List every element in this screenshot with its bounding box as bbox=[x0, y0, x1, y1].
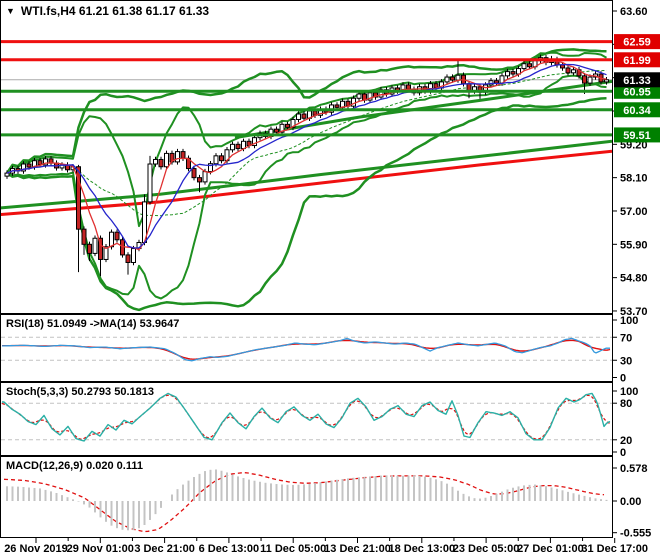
svg-text:60.95: 60.95 bbox=[623, 86, 651, 98]
svg-text:0.578: 0.578 bbox=[620, 463, 648, 475]
symbol-dropdown-icon[interactable]: ▼ bbox=[6, 5, 15, 17]
svg-text:59.51: 59.51 bbox=[623, 130, 651, 142]
main-price-pane bbox=[0, 0, 613, 314]
svg-text:54.80: 54.80 bbox=[620, 273, 648, 285]
svg-text:62.59: 62.59 bbox=[623, 37, 651, 49]
svg-text:55.90: 55.90 bbox=[620, 239, 648, 251]
svg-text:27 Dec 01:00: 27 Dec 01:00 bbox=[517, 543, 584, 555]
svg-text:-0.555: -0.555 bbox=[620, 528, 651, 540]
svg-text:26 Nov 2019: 26 Nov 2019 bbox=[4, 543, 68, 555]
svg-text:80: 80 bbox=[620, 398, 632, 410]
svg-text:29 Nov 01:00: 29 Nov 01:00 bbox=[67, 543, 134, 555]
svg-text:0: 0 bbox=[620, 373, 626, 385]
symbol-ohlc-readout: WTI.fs,H4 61.21 61.38 61.17 61.33 bbox=[20, 4, 210, 18]
svg-text:70: 70 bbox=[620, 332, 632, 344]
chart-canvas[interactable]: 63.6062.5061.4060.3059.2058.1057.0055.90… bbox=[0, 0, 660, 560]
svg-text:3 Dec 21:00: 3 Dec 21:00 bbox=[134, 543, 195, 555]
svg-text:23 Dec 05:00: 23 Dec 05:00 bbox=[453, 543, 520, 555]
time-axis: 26 Nov 201929 Nov 01:00 3 Dec 21:00 6 Dec … bbox=[0, 538, 648, 555]
svg-text:13 Dec 21:00: 13 Dec 21:00 bbox=[324, 543, 391, 555]
svg-text:100: 100 bbox=[620, 386, 638, 398]
rsi-indicator-label: RSI(18) 51.0949 ->MA(14) 53.9647 bbox=[6, 318, 180, 330]
trading-chart-window: 63.6062.5061.4060.3059.2058.1057.0055.90… bbox=[0, 0, 660, 560]
svg-text:57.00: 57.00 bbox=[620, 206, 648, 218]
svg-text:6 Dec 13:00: 6 Dec 13:00 bbox=[199, 543, 260, 555]
svg-text:60.34: 60.34 bbox=[623, 105, 651, 117]
svg-text:30: 30 bbox=[620, 355, 632, 367]
svg-text:0.00: 0.00 bbox=[620, 496, 641, 508]
svg-text:18 Dec 13:00: 18 Dec 13:00 bbox=[388, 543, 455, 555]
svg-text:0: 0 bbox=[620, 447, 626, 459]
symbol-title-bar[interactable]: ▼ WTI.fs,H4 61.21 61.38 61.17 61.33 bbox=[6, 4, 209, 18]
svg-text:100: 100 bbox=[620, 315, 638, 327]
svg-text:63.60: 63.60 bbox=[620, 6, 648, 18]
svg-text:31 Dec 17:00: 31 Dec 17:00 bbox=[581, 543, 648, 555]
svg-text:61.33: 61.33 bbox=[623, 75, 651, 87]
svg-text:20: 20 bbox=[620, 435, 632, 447]
svg-text:61.99: 61.99 bbox=[623, 55, 651, 67]
stoch-indicator-label: Stoch(5,3,3) 50.2793 50.1813 bbox=[6, 386, 154, 398]
svg-text:11 Dec 05:00: 11 Dec 05:00 bbox=[260, 543, 326, 555]
macd-indicator-label: MACD(12,26,9) 0.020 0.111 bbox=[6, 460, 143, 472]
svg-text:58.10: 58.10 bbox=[620, 173, 648, 185]
